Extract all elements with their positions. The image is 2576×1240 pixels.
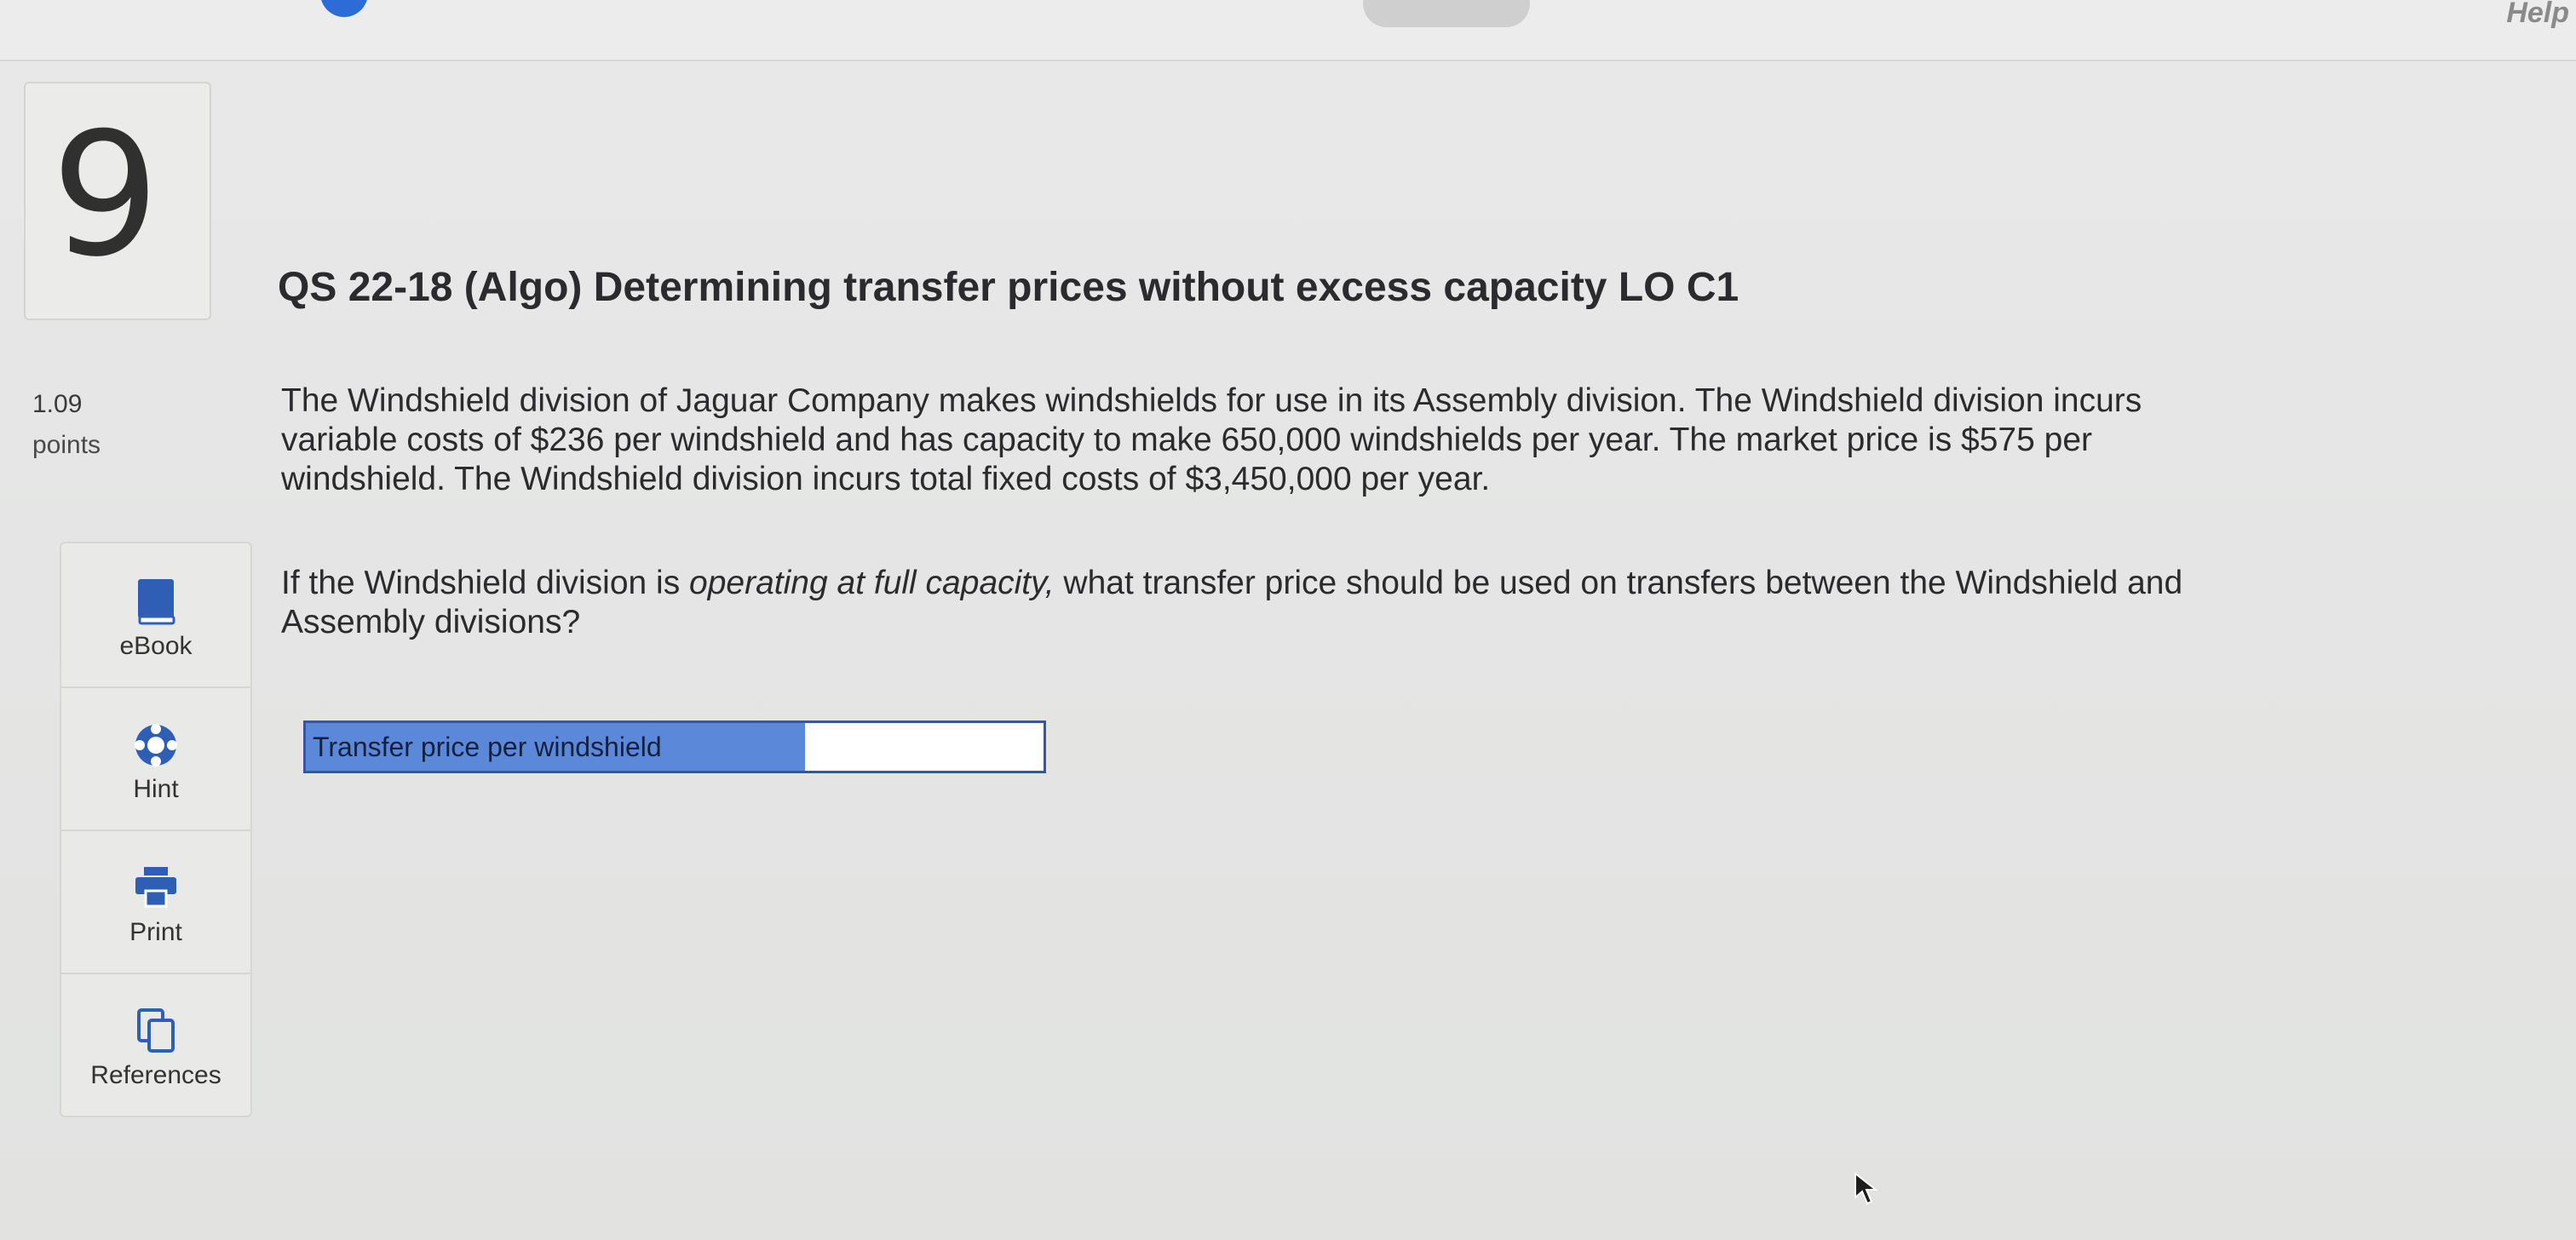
ebook-button[interactable]: eBook [61, 543, 250, 688]
book-icon [138, 579, 175, 625]
lifebuoy-icon [135, 724, 177, 766]
points-value: 1.09 [32, 390, 83, 418]
copy-pages-icon [137, 1008, 175, 1053]
answer-label: Transfer price per windshield [306, 723, 805, 771]
printer-icon [135, 867, 176, 908]
references-label: References [90, 1061, 221, 1089]
question-title: QS 22-18 (Algo) Determining transfer pri… [278, 265, 1739, 310]
mouse-cursor-icon [1854, 1172, 1878, 1205]
print-label: Print [129, 918, 182, 946]
points-label: points [32, 431, 101, 459]
answer-row: Transfer price per windshield [303, 720, 1046, 773]
tools-panel: eBook Hint Print References [60, 542, 252, 1117]
print-button[interactable]: Print [61, 830, 250, 974]
saved-status-pill [1363, 0, 1530, 27]
transfer-price-input[interactable] [808, 726, 1044, 767]
question-number: 9 [51, 96, 160, 295]
prompt-line: If the Windshield division is operating … [281, 564, 2462, 603]
hint-label: Hint [133, 775, 179, 803]
hint-button[interactable]: Hint [61, 686, 250, 831]
question-description: The Windshield division of Jaguar Compan… [281, 382, 2462, 499]
top-bar: Help [0, 0, 2576, 61]
prompt-text: If the Windshield division is [281, 565, 690, 601]
references-button[interactable]: References [61, 973, 250, 1116]
description-line: The Windshield division of Jaguar Compan… [281, 382, 2142, 419]
ebook-label: eBook [119, 632, 193, 660]
prompt-emphasis: operating at full capacity, [689, 565, 1055, 601]
prompt-line: Assembly divisions? [281, 604, 581, 640]
progress-indicator-icon[interactable] [320, 0, 368, 17]
prompt-text: what transfer price should be used on tr… [1054, 565, 2183, 601]
description-line: windshield. The Windshield division incu… [281, 461, 1491, 497]
description-line: variable costs of $236 per windshield an… [281, 422, 2092, 458]
help-link[interactable]: Help [2506, 0, 2569, 30]
question-prompt: If the Windshield division is operating … [281, 564, 2462, 642]
